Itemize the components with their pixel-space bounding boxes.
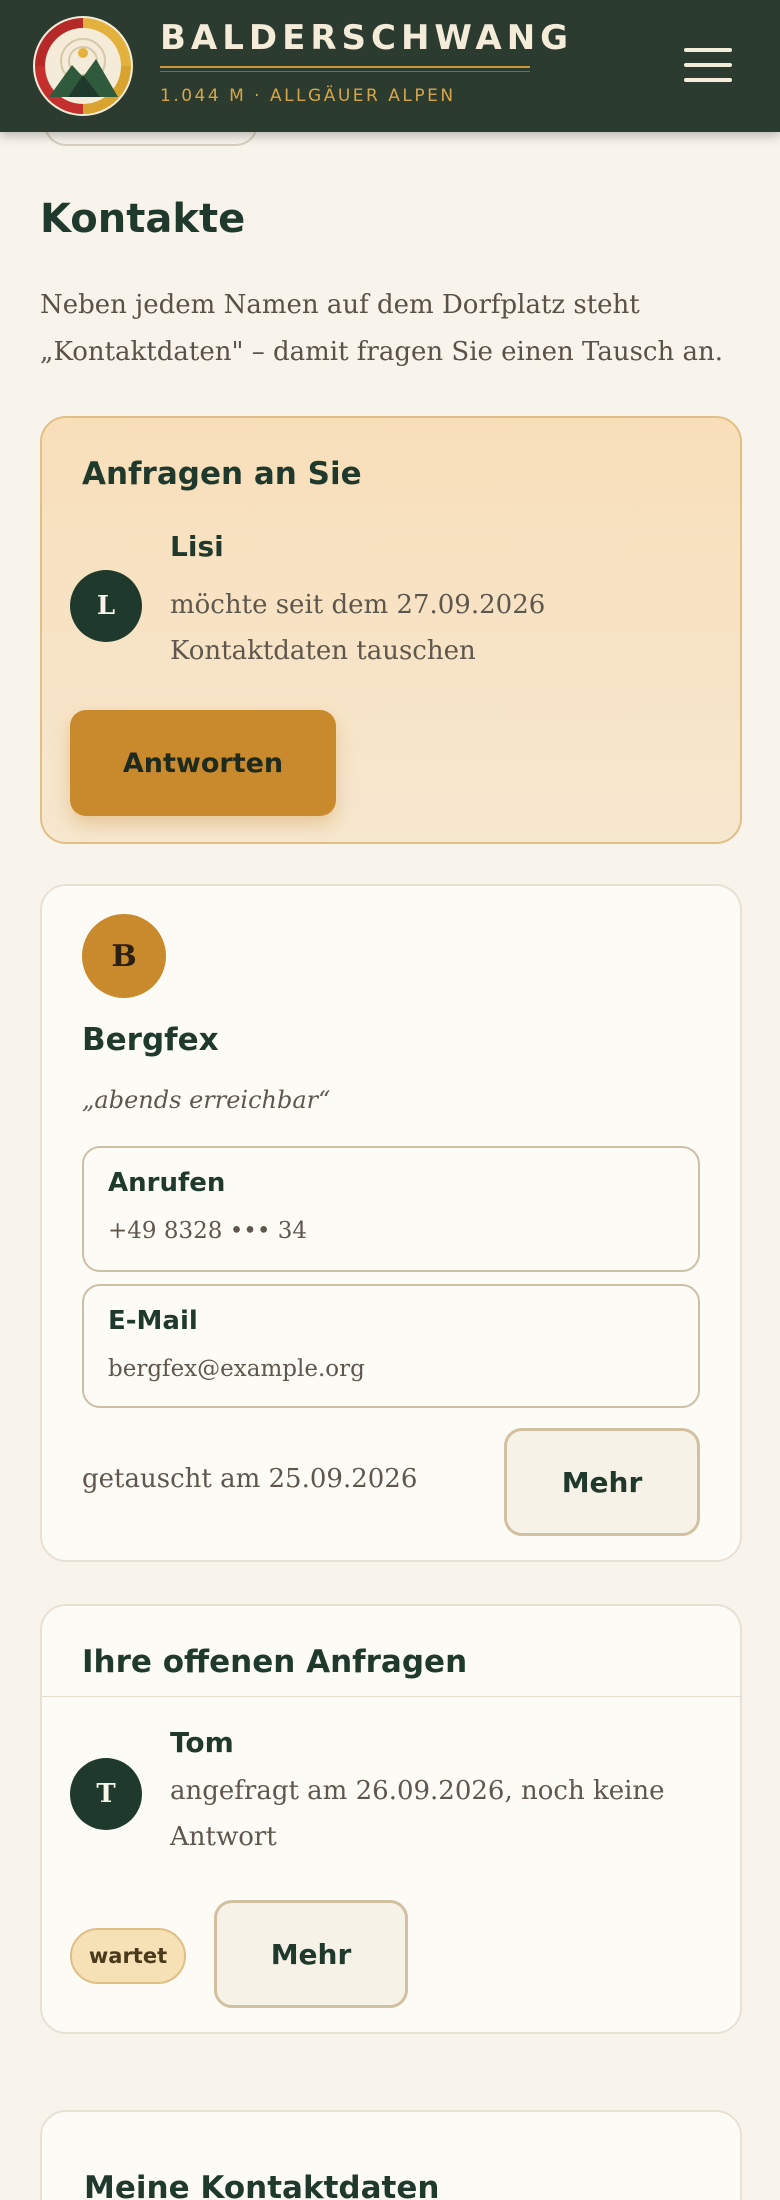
- email-field[interactable]: E-Mail bergfex@example.org: [82, 1284, 700, 1408]
- request-text: möchte seit dem 27.09.2026 Kontaktdaten …: [170, 590, 546, 666]
- hamburger-menu-icon[interactable]: [680, 44, 736, 86]
- open-requests-card: Ihre offenen Anfragen T Tom angefragt am…: [40, 1604, 742, 2034]
- request-text: angefragt am 26.09.2026, noch keine Antw…: [170, 1776, 665, 1852]
- divider: [42, 1696, 740, 1697]
- avatar: B: [82, 914, 166, 998]
- exchanged-date: getauscht am 25.09.2026: [82, 1464, 418, 1494]
- answer-button[interactable]: Antworten: [70, 710, 336, 816]
- brand-rule-thin: [160, 71, 530, 72]
- avatar: L: [70, 570, 142, 642]
- call-value: +49 8328 ••• 34: [108, 1218, 307, 1244]
- my-contact-card: Meine Kontaktdaten: [40, 2110, 742, 2200]
- call-label: Anrufen: [108, 1168, 226, 1198]
- call-field[interactable]: Anrufen +49 8328 ••• 34: [82, 1146, 700, 1272]
- email-value: bergfex@example.org: [108, 1356, 365, 1382]
- page-title: Kontakte: [40, 196, 246, 242]
- incoming-requests-card: Anfragen an Sie L Lisi möchte seit dem 2…: [40, 416, 742, 844]
- status-badge: wartet: [70, 1928, 186, 1984]
- requester-name: Lisi: [170, 530, 224, 563]
- village-logo-icon[interactable]: [32, 15, 134, 117]
- contact-note: „abends erreichbar“: [82, 1086, 331, 1114]
- page-intro: Neben jedem Namen auf dem Dorfplatz steh…: [40, 290, 723, 367]
- more-button[interactable]: Mehr: [504, 1428, 700, 1536]
- contact-name: Bergfex: [82, 1022, 219, 1058]
- open-requests-heading: Ihre offenen Anfragen: [82, 1644, 468, 1680]
- my-contact-heading: Meine Kontaktdaten: [84, 2170, 440, 2200]
- avatar: T: [70, 1758, 142, 1830]
- brand-subtitle: 1.044 M · ALLGÄUER ALPEN: [160, 86, 456, 106]
- brand-rule: [160, 66, 530, 68]
- recipient-name: Tom: [170, 1726, 234, 1759]
- email-label: E-Mail: [108, 1306, 198, 1336]
- brand-title: BALDERSCHWANG: [160, 18, 574, 58]
- incoming-requests-heading: Anfragen an Sie: [82, 456, 362, 492]
- more-button[interactable]: Mehr: [214, 1900, 408, 2008]
- contact-card: B Bergfex „abends erreichbar“ Anrufen +4…: [40, 884, 742, 1562]
- app-header: BALDERSCHWANG 1.044 M · ALLGÄUER ALPEN: [0, 0, 780, 132]
